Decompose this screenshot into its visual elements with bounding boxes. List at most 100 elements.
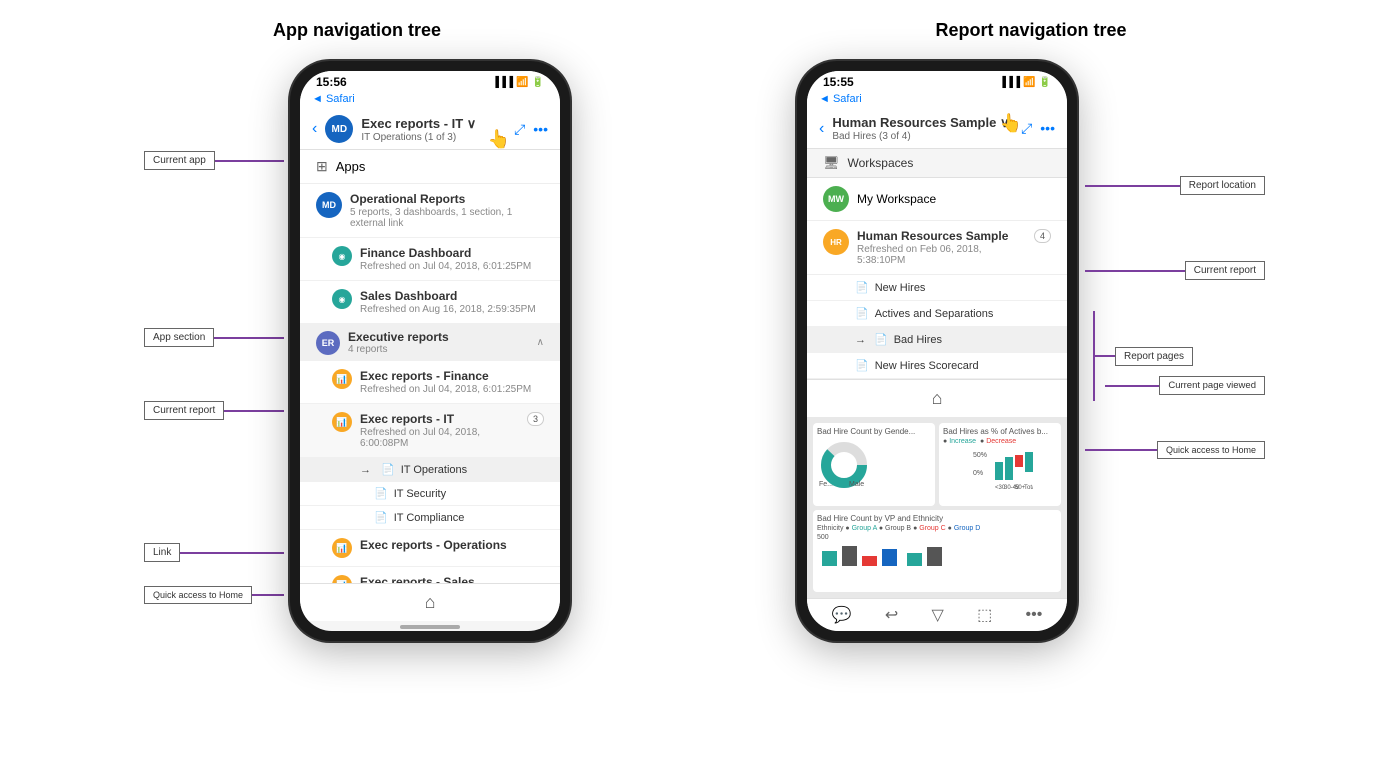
new-hires-page[interactable]: 📄 New Hires <box>807 275 1067 301</box>
bad-hires-label: Bad Hires <box>894 334 942 346</box>
exec-ops-item[interactable]: 📊 Exec reports - Operations <box>300 530 560 567</box>
layout-icon[interactable]: ⬚ <box>977 605 992 625</box>
hand-cursor-right: 👆 <box>1000 113 1022 134</box>
main-container: App navigation tree Current app App sect… <box>30 20 1358 641</box>
scorecard-icon: 📄 <box>855 359 869 372</box>
filter-icon[interactable]: ▽ <box>932 605 944 625</box>
bad-hires-icon: 📄 <box>874 333 888 346</box>
more-icon[interactable]: ••• <box>533 121 548 138</box>
annotation-box-report-location: Report location <box>1180 176 1265 195</box>
report-pages-list: 📄 New Hires 📄 Actives and Separations → … <box>807 275 1067 379</box>
scorecard-page[interactable]: 📄 New Hires Scorecard <box>807 353 1067 379</box>
exec-it-item[interactable]: 📊 Exec reports - IT Refreshed on Jul 04,… <box>300 404 560 458</box>
operational-title: Operational Reports <box>350 192 544 206</box>
annotation-report-location: Report location <box>1085 176 1265 195</box>
finance-content: Finance Dashboard Refreshed on Jul 04, 2… <box>360 246 544 272</box>
left-nav-list[interactable]: ⊞ Apps MD Operational Reports 5 reports,… <box>300 150 560 583</box>
right-header-subtitle: Bad Hires (3 of 4) <box>832 131 1013 142</box>
collapse-icon[interactable]: ∧ <box>537 337 544 348</box>
left-status-icons: ▐▐▐ 📶 🔋 <box>492 77 544 88</box>
annotation-box-current-app: Current app <box>144 151 215 170</box>
operational-reports-item[interactable]: MD Operational Reports 5 reports, 3 dash… <box>300 184 560 238</box>
left-home-icon[interactable]: ⌂ <box>425 592 436 613</box>
right-safari-bar: ◄ Safari <box>807 91 1067 109</box>
chart-bar-title: Bad Hires as % of Actives b... <box>943 427 1057 436</box>
right-status-bar: 15:55 ▐▐▐ 📶 🔋 <box>807 71 1067 91</box>
annotation-box-current-report-left: Current report <box>144 401 224 420</box>
undo-icon[interactable]: ↩ <box>885 605 898 625</box>
right-expand-icon[interactable]: ⤢ <box>1021 120 1032 137</box>
group-d-legend: ● Group D <box>948 525 981 532</box>
exec-finance-item[interactable]: 📊 Exec reports - Finance Refreshed on Ju… <box>300 361 560 404</box>
sales-subtitle: Refreshed on Aug 16, 2018, 2:59:35PM <box>360 304 544 315</box>
ann-line-current-page <box>1105 385 1159 387</box>
svg-text:Total: Total <box>1024 485 1033 491</box>
increase-legend: ● Increase <box>943 438 976 445</box>
right-home-icon[interactable]: ⌂ <box>932 388 943 409</box>
annotation-box-report-pages: Report pages <box>1115 347 1193 366</box>
right-section: Report navigation tree 15:55 ▐▐▐ 📶 🔋 <box>704 20 1358 641</box>
right-phone-screen: 15:55 ▐▐▐ 📶 🔋 ◄ Safari ‹ <box>807 71 1067 631</box>
finance-title: Finance Dashboard <box>360 246 544 260</box>
annotation-box-quick-home-left: Quick access to Home <box>144 586 252 604</box>
sales-content: Sales Dashboard Refreshed on Aug 16, 201… <box>360 289 544 315</box>
operational-avatar: MD <box>316 192 342 218</box>
chart-box-donut: Bad Hire Count by Gende... Fe... Male <box>813 423 935 506</box>
it-compliance-page[interactable]: 📄 IT Compliance <box>300 506 560 530</box>
sales-title: Sales Dashboard <box>360 289 544 303</box>
current-report-badge: 4 <box>1034 229 1051 243</box>
left-header-avatar: MD <box>325 115 353 143</box>
it-operations-page[interactable]: → 📄 IT Operations <box>300 458 560 482</box>
signal-icon: ▐▐▐ <box>492 77 513 88</box>
current-report-content: Human Resources Sample Refreshed on Feb … <box>857 229 1026 266</box>
current-arrow: → <box>360 464 371 476</box>
bad-hires-page[interactable]: → 📄 Bad Hires <box>807 327 1067 353</box>
decrease-legend: ● Decrease <box>980 438 1016 445</box>
my-workspace-avatar: MW <box>823 186 849 212</box>
left-time: 15:56 <box>316 75 347 89</box>
ann-line-quick-home-left <box>252 594 284 596</box>
current-report-item[interactable]: HR Human Resources Sample Refreshed on F… <box>807 221 1067 275</box>
new-hires-label: New Hires <box>875 282 926 294</box>
annotation-box-link: Link <box>144 543 180 562</box>
right-status-icons: ▐▐▐ 📶 🔋 <box>999 77 1051 88</box>
annotation-current-report-right: Current report <box>1085 261 1265 280</box>
exec-it-content: Exec reports - IT Refreshed on Jul 04, 2… <box>360 412 519 449</box>
left-phone-screen: 15:56 ▐▐▐ 📶 🔋 ◄ Safari ‹ <box>300 71 560 631</box>
chart-donut-title: Bad Hire Count by Gende... <box>817 427 931 436</box>
right-back-button[interactable]: ‹ <box>819 120 824 138</box>
wifi-icon: 📶 <box>516 77 528 88</box>
annotation-app-section: App section <box>144 328 284 347</box>
ann-line-current-report-right <box>1085 270 1185 272</box>
left-back-button[interactable]: ‹ <box>312 120 317 138</box>
sales-dashboard-item[interactable]: ◉ Sales Dashboard Refreshed on Aug 16, 2… <box>300 281 560 324</box>
right-time: 15:55 <box>823 75 854 89</box>
bar-chart-svg: 50% 0% <30 30-49 50+ Total <box>943 447 1033 492</box>
ann-line-pages <box>1095 355 1115 357</box>
executive-avatar: ER <box>316 331 340 355</box>
executive-section-group[interactable]: ER Executive reports 4 reports ∧ <box>300 324 560 361</box>
finance-dashboard-item[interactable]: ◉ Finance Dashboard Refreshed on Jul 04,… <box>300 238 560 281</box>
right-home-bar: ⌂ <box>807 379 1067 417</box>
right-more-icon[interactable]: ••• <box>1040 120 1055 137</box>
finance-icon: ◉ <box>332 246 352 266</box>
left-app-header: ‹ MD Exec reports - IT ∨ IT Operations (… <box>300 109 560 150</box>
exec-sales-item[interactable]: 📊 Exec reports - Sales Refreshed on Aug … <box>300 567 560 583</box>
my-workspace-item[interactable]: MW My Workspace <box>807 178 1067 221</box>
actives-page[interactable]: 📄 Actives and Separations <box>807 301 1067 327</box>
right-header-text: Human Resources Sample ∨ Bad Hires (3 of… <box>832 115 1013 142</box>
right-section-title: Report navigation tree <box>935 20 1126 41</box>
it-security-label: IT Security <box>394 488 446 500</box>
annotation-box-current-page: Current page viewed <box>1159 376 1265 395</box>
more-options-icon[interactable]: ••• <box>1026 606 1043 624</box>
scorecard-label: New Hires Scorecard <box>875 360 979 372</box>
exec-finance-icon: 📊 <box>332 369 352 389</box>
home-indicator-bar <box>400 625 460 629</box>
annotation-box-current-report-right: Current report <box>1185 261 1265 280</box>
workspace-icon: 🖥 <box>823 155 840 171</box>
actives-label: Actives and Separations <box>875 308 994 320</box>
it-security-page[interactable]: 📄 IT Security <box>300 482 560 506</box>
comment-icon[interactable]: 💬 <box>832 605 852 625</box>
expand-icon[interactable]: ⤢ <box>514 121 525 138</box>
ann-line-report-location <box>1085 185 1180 187</box>
